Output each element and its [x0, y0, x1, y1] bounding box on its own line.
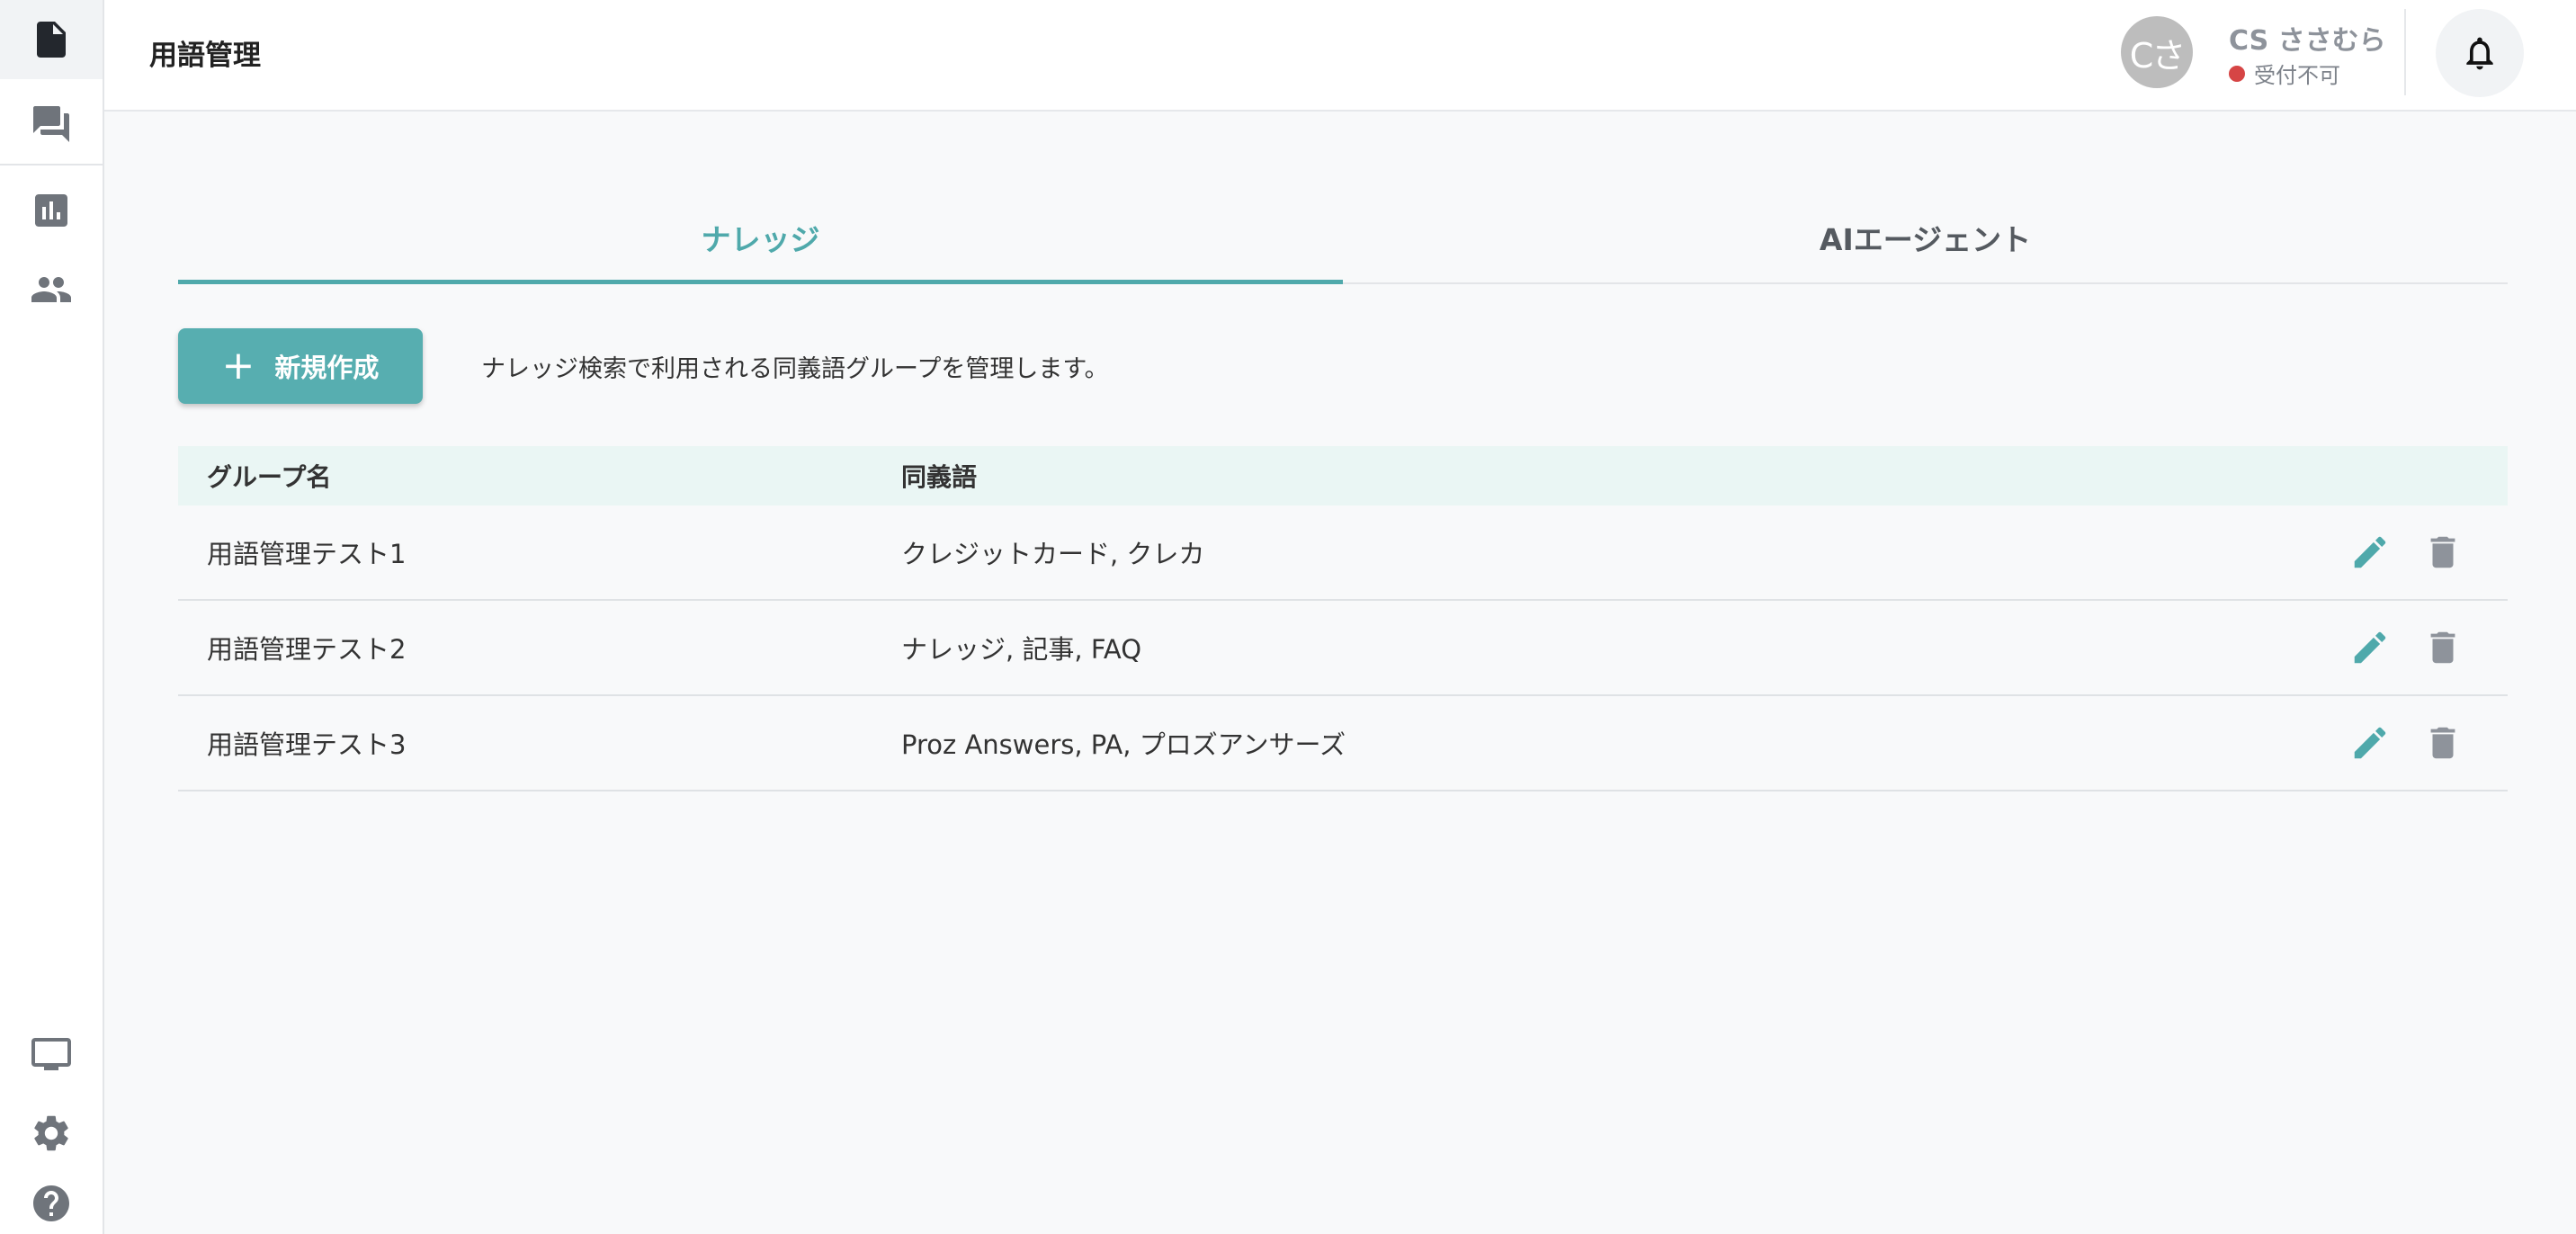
chat-icon: [33, 106, 69, 142]
bar-chart-icon: [35, 194, 67, 227]
document-icon: [37, 22, 66, 58]
help-icon: [33, 1185, 69, 1221]
synonyms-cell: Proz Answers, PA, プロズアンサーズ: [901, 729, 1346, 760]
column-header-synonyms: 同義語: [901, 462, 978, 492]
gear-icon: [34, 1115, 68, 1151]
status-dot-icon: [2229, 65, 2245, 82]
sidebar-item-users[interactable]: [0, 250, 103, 329]
active-tab-indicator: [178, 280, 1343, 284]
header-divider: [2404, 9, 2406, 95]
group-name-cell: 用語管理テスト1: [207, 539, 407, 569]
tab-knowledge[interactable]: ナレッジ: [178, 191, 1343, 284]
synonyms-cell: ナレッジ, 記事, FAQ: [901, 634, 1142, 665]
delete-button[interactable]: [2419, 529, 2466, 576]
edit-button[interactable]: [2347, 624, 2393, 671]
sidebar-item-display[interactable]: [0, 1015, 103, 1094]
synonyms-cell: クレジットカード, クレカ: [901, 539, 1205, 569]
user-status[interactable]: 受付不可: [2229, 58, 2340, 89]
delete-button[interactable]: [2419, 624, 2466, 671]
sidebar: [0, 0, 104, 1234]
sidebar-item-documents[interactable]: [0, 0, 103, 79]
top-header: 用語管理 Cさ CS ささむら 受付不可: [104, 0, 2576, 112]
table-row[interactable]: 用語管理テスト1 クレジットカード, クレカ: [178, 505, 2508, 601]
edit-button[interactable]: [2347, 529, 2393, 576]
bell-icon: [2466, 37, 2493, 70]
sidebar-item-chat[interactable]: [0, 85, 103, 164]
trash-icon: [2430, 727, 2455, 759]
sidebar-item-settings[interactable]: [0, 1094, 103, 1173]
tab-bar: ナレッジ AIエージェント: [178, 191, 2508, 284]
trash-icon: [2430, 536, 2455, 568]
create-new-button[interactable]: + 新規作成: [178, 328, 423, 404]
create-new-label: 新規作成: [274, 353, 380, 383]
status-text: 受付不可: [2254, 63, 2340, 88]
trash-icon: [2430, 631, 2455, 664]
people-icon: [31, 277, 71, 302]
sidebar-divider: [0, 164, 103, 165]
plus-icon: +: [221, 343, 255, 389]
tab-ai-agent[interactable]: AIエージェント: [1343, 191, 2508, 284]
sidebar-item-help[interactable]: [0, 1173, 103, 1234]
sidebar-item-analytics[interactable]: [0, 171, 103, 250]
table-header: グループ名 同義語: [178, 446, 2508, 505]
avatar[interactable]: Cさ: [2121, 16, 2193, 88]
group-name-cell: 用語管理テスト2: [207, 634, 407, 665]
edit-icon: [2354, 536, 2386, 568]
table-row[interactable]: 用語管理テスト2 ナレッジ, 記事, FAQ: [178, 601, 2508, 696]
edit-button[interactable]: [2347, 720, 2393, 766]
group-name-cell: 用語管理テスト3: [207, 729, 407, 760]
edit-icon: [2354, 631, 2386, 664]
edit-icon: [2354, 727, 2386, 759]
table-row[interactable]: 用語管理テスト3 Proz Answers, PA, プロズアンサーズ: [178, 696, 2508, 791]
notification-button[interactable]: [2436, 9, 2524, 97]
user-name: CS ささむら: [2229, 25, 2386, 57]
monitor-icon: [31, 1038, 71, 1070]
delete-button[interactable]: [2419, 720, 2466, 766]
page-title: 用語管理: [149, 40, 261, 72]
synonym-table: グループ名 同義語 用語管理テスト1 クレジットカード, クレカ 用語管理テスト…: [178, 446, 2508, 791]
page-description: ナレッジ検索で利用される同義語グループを管理します。: [481, 355, 1109, 383]
column-header-group: グループ名: [207, 462, 332, 492]
